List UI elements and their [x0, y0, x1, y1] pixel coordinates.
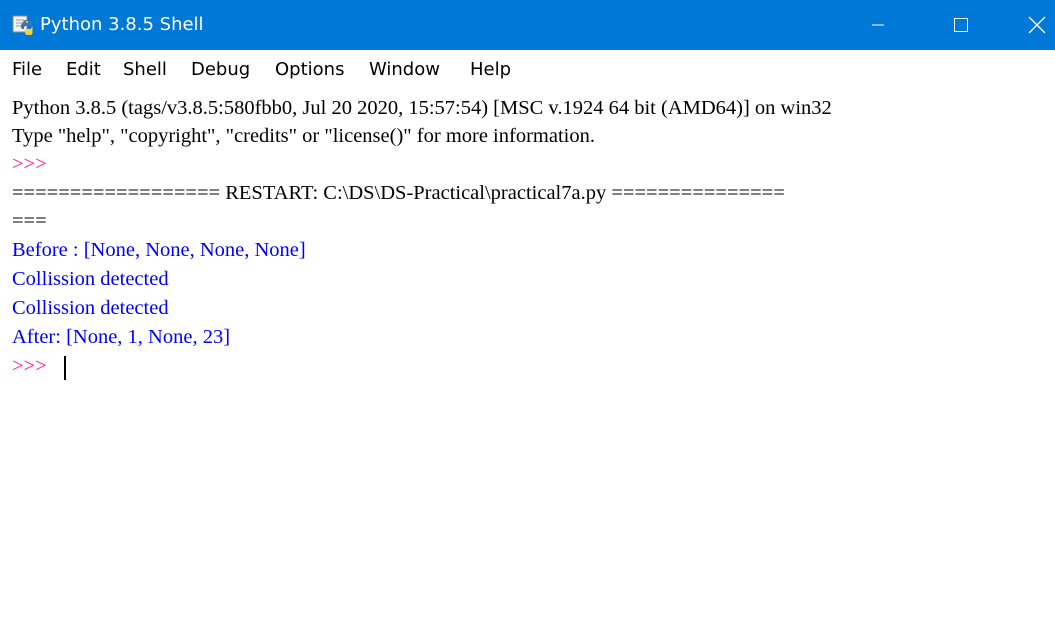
menu-file[interactable]: File [12, 59, 42, 81]
idle-shell-window: Python 3.8.5 Shell File Edit Shell Debug… [0, 0, 1055, 627]
shell-text-area[interactable]: Python 3.8.5 (tags/v3.8.5:580fbb0, Jul 2… [0, 90, 1055, 627]
menu-bar: File Edit Shell Debug Options Window Hel… [0, 50, 1055, 90]
title-bar[interactable]: Python 3.8.5 Shell [0, 0, 1055, 50]
minimize-button[interactable] [855, 0, 901, 50]
close-button[interactable] [1018, 0, 1055, 50]
output-line: Collission detected [12, 297, 169, 319]
menu-options[interactable]: Options [275, 59, 344, 81]
output-line: Collission detected [12, 268, 169, 290]
python-idle-icon [12, 14, 34, 36]
output-line: Before : [None, None, None, None] [12, 239, 306, 261]
menu-edit[interactable]: Edit [66, 59, 101, 81]
active-prompt: >>> [12, 355, 47, 377]
banner-info-line: Type "help", "copyright", "credits" or "… [12, 125, 595, 147]
restart-line-wrap: === [12, 210, 47, 232]
shell-prompt: >>> [12, 153, 47, 175]
maximize-icon [954, 18, 968, 32]
menu-debug[interactable]: Debug [191, 59, 250, 81]
menu-help[interactable]: Help [470, 59, 511, 81]
restart-line: ================== RESTART: C:\DS\DS-Pra… [12, 182, 785, 204]
menu-shell[interactable]: Shell [123, 59, 167, 81]
minimize-icon [872, 24, 884, 26]
output-line: After: [None, 1, None, 23] [12, 326, 231, 348]
text-cursor [64, 356, 66, 380]
banner-line: Python 3.8.5 (tags/v3.8.5:580fbb0, Jul 2… [12, 97, 832, 119]
close-icon [1028, 16, 1045, 34]
menu-window[interactable]: Window [369, 59, 440, 81]
maximize-button[interactable] [938, 0, 984, 50]
window-title: Python 3.8.5 Shell [40, 14, 204, 35]
